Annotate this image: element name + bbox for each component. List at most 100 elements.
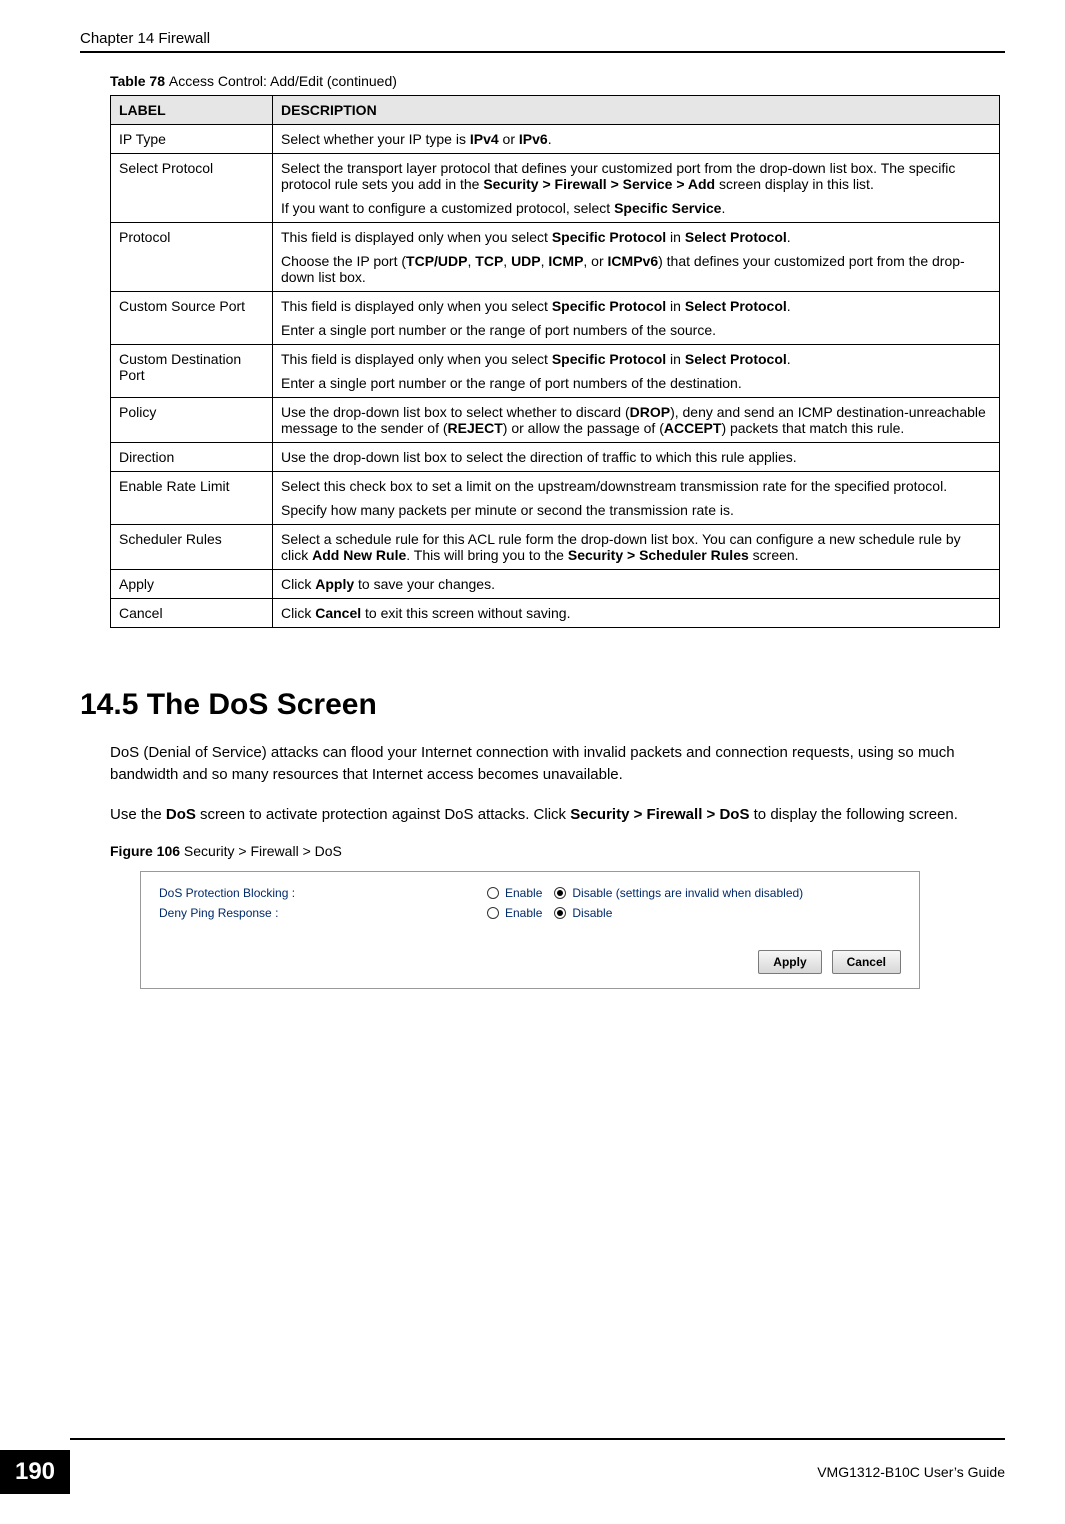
table-row: Custom Source Port This field is display… xyxy=(111,292,1000,345)
text: ) or allow the passage of ( xyxy=(503,420,664,436)
radio-group-deny-ping: Enable Disable xyxy=(479,906,612,920)
text-bold: Specific Service xyxy=(614,200,721,216)
table-row: Cancel Click Cancel to exit this screen … xyxy=(111,599,1000,628)
text-bold: DROP xyxy=(630,404,670,420)
figure-caption-number: Figure 106 xyxy=(110,843,184,859)
radio-group-dos-protection: Enable Disable (settings are invalid whe… xyxy=(479,886,803,900)
text: Choose the IP port ( xyxy=(281,253,406,269)
figure-caption-title: Security > Firewall > DoS xyxy=(184,843,342,859)
text-bold: IPv4 xyxy=(470,131,499,147)
radio-disable-ping[interactable] xyxy=(554,907,566,919)
text-bold: Specific Protocol xyxy=(552,298,666,314)
row-desc: This field is displayed only when you se… xyxy=(273,345,1000,398)
text-bold: TCP xyxy=(475,253,503,269)
radio-label-enable: Enable xyxy=(505,886,542,900)
page-number: 190 xyxy=(0,1450,70,1494)
radio-enable-dos[interactable] xyxy=(487,887,499,899)
text: screen. xyxy=(749,547,799,563)
text-bold: Security > Firewall > Service > Add xyxy=(483,176,715,192)
row-desc: This field is displayed only when you se… xyxy=(273,292,1000,345)
text: screen to activate protection against Do… xyxy=(196,806,570,823)
table-row: Custom Destination Port This field is di… xyxy=(111,345,1000,398)
text: Use the drop-down list box to select whe… xyxy=(281,404,630,420)
table-header-description: DESCRIPTION xyxy=(273,96,1000,125)
figure-caption: Figure 106 Security > Firewall > DoS xyxy=(110,843,1005,859)
dos-screenshot: DoS Protection Blocking : Enable Disable… xyxy=(140,871,920,989)
text: Use the xyxy=(110,806,166,823)
row-desc: This field is displayed only when you se… xyxy=(273,223,1000,292)
text: Select whether your IP type is xyxy=(281,131,470,147)
text-bold: Select Protocol xyxy=(685,351,787,367)
table-row: Protocol This field is displayed only wh… xyxy=(111,223,1000,292)
row-label: Direction xyxy=(111,443,273,472)
row-label: Enable Rate Limit xyxy=(111,472,273,525)
text: in xyxy=(666,351,685,367)
row-desc: Click Cancel to exit this screen without… xyxy=(273,599,1000,628)
footer-guide-title: VMG1312-B10C User’s Guide xyxy=(70,1464,1005,1480)
table-row: Select Protocol Select the transport lay… xyxy=(111,154,1000,223)
table-row: Scheduler Rules Select a schedule rule f… xyxy=(111,525,1000,570)
text-bold: Cancel xyxy=(315,605,361,621)
text-bold: Select Protocol xyxy=(685,229,787,245)
text: to save your changes. xyxy=(354,576,495,592)
form-row-deny-ping: Deny Ping Response : Enable Disable xyxy=(159,906,901,920)
row-desc: Use the drop-down list box to select whe… xyxy=(273,398,1000,443)
radio-label-disable-note: Disable (settings are invalid when disab… xyxy=(572,886,803,900)
row-desc: Select whether your IP type is IPv4 or I… xyxy=(273,125,1000,154)
text-bold: UDP xyxy=(511,253,541,269)
row-desc: Use the drop-down list box to select the… xyxy=(273,443,1000,472)
text: Specify how many packets per minute or s… xyxy=(281,502,991,518)
text: This field is displayed only when you se… xyxy=(281,351,552,367)
text-bold: IPv6 xyxy=(519,131,548,147)
text: If you want to configure a customized pr… xyxy=(281,200,614,216)
text: . xyxy=(787,229,791,245)
row-label: Scheduler Rules xyxy=(111,525,273,570)
label-dos-protection: DoS Protection Blocking : xyxy=(159,886,479,900)
form-row-dos-protection: DoS Protection Blocking : Enable Disable… xyxy=(159,886,901,900)
text: . xyxy=(548,131,552,147)
text-bold: ACCEPT xyxy=(664,420,722,436)
table-header-label: LABEL xyxy=(111,96,273,125)
text: , xyxy=(503,253,511,269)
table-row: Direction Use the drop-down list box to … xyxy=(111,443,1000,472)
text: Click xyxy=(281,605,315,621)
row-label: Select Protocol xyxy=(111,154,273,223)
table-row: IP Type Select whether your IP type is I… xyxy=(111,125,1000,154)
apply-button[interactable]: Apply xyxy=(758,950,821,974)
row-label: Custom Source Port xyxy=(111,292,273,345)
text: This field is displayed only when you se… xyxy=(281,298,552,314)
text-bold: ICMP xyxy=(548,253,583,269)
page-footer: 190 VMG1312-B10C User’s Guide xyxy=(0,1438,1065,1494)
text: Enter a single port number or the range … xyxy=(281,375,991,391)
radio-enable-ping[interactable] xyxy=(487,907,499,919)
text: Select this check box to set a limit on … xyxy=(281,478,991,494)
text-bold: Specific Protocol xyxy=(552,229,666,245)
body-paragraph: DoS (Denial of Service) attacks can floo… xyxy=(110,742,990,786)
row-label: IP Type xyxy=(111,125,273,154)
table-row: Enable Rate Limit Select this check box … xyxy=(111,472,1000,525)
text-bold: Select Protocol xyxy=(685,298,787,314)
body-paragraph: Use the DoS screen to activate protectio… xyxy=(110,804,990,826)
text: to display the following screen. xyxy=(749,806,957,823)
text: . xyxy=(787,298,791,314)
text-bold: Add New Rule xyxy=(312,547,406,563)
text-bold: TCP/UDP xyxy=(406,253,467,269)
row-label: Protocol xyxy=(111,223,273,292)
text: This field is displayed only when you se… xyxy=(281,229,552,245)
row-label: Cancel xyxy=(111,599,273,628)
row-desc: Select a schedule rule for this ACL rule… xyxy=(273,525,1000,570)
table-caption-title: Access Control: Add/Edit (continued) xyxy=(169,73,397,89)
section-heading: 14.5 The DoS Screen xyxy=(80,688,1005,722)
table-row: Policy Use the drop-down list box to sel… xyxy=(111,398,1000,443)
cancel-button[interactable]: Cancel xyxy=(832,950,901,974)
access-control-table: LABEL DESCRIPTION IP Type Select whether… xyxy=(110,95,1000,628)
row-desc: Select the transport layer protocol that… xyxy=(273,154,1000,223)
header-rule xyxy=(80,51,1005,53)
text: . This will bring you to the xyxy=(406,547,568,563)
text-bold: REJECT xyxy=(448,420,503,436)
radio-disable-dos[interactable] xyxy=(554,887,566,899)
row-desc: Select this check box to set a limit on … xyxy=(273,472,1000,525)
row-label: Policy xyxy=(111,398,273,443)
radio-label-enable: Enable xyxy=(505,906,542,920)
text: to exit this screen without saving. xyxy=(361,605,570,621)
